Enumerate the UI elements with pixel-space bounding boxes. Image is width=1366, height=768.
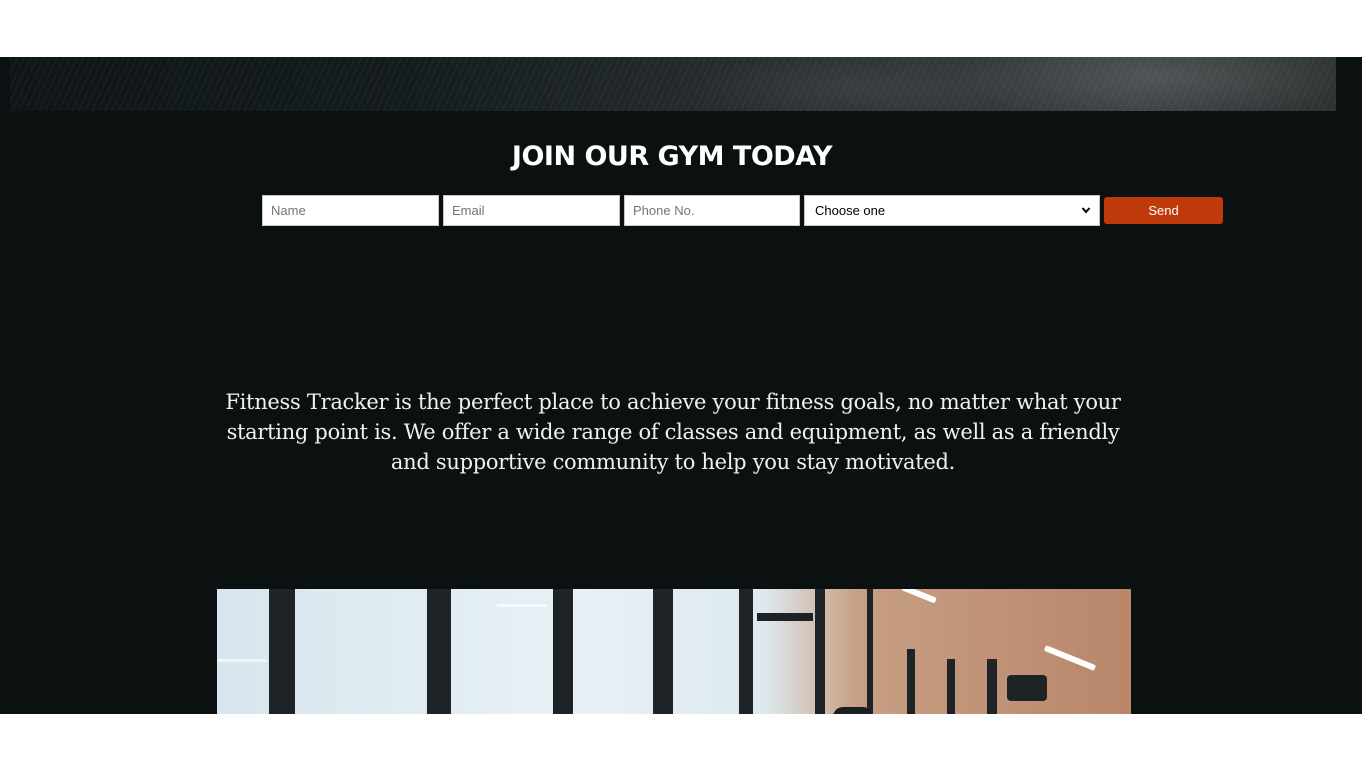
send-button[interactable]: Send xyxy=(1104,197,1223,224)
hero-background-image xyxy=(10,57,1336,111)
join-title: JOIN OUR GYM TODAY xyxy=(511,141,833,172)
page-viewport: JOIN OUR GYM TODAY Choose one Send Fitne… xyxy=(0,57,1366,714)
page-right-border xyxy=(1362,57,1366,714)
phone-input[interactable] xyxy=(624,195,800,226)
plan-select[interactable]: Choose one xyxy=(804,195,1100,226)
plan-select-value: Choose one xyxy=(815,203,886,218)
email-input[interactable] xyxy=(443,195,620,226)
gym-interior-image xyxy=(217,589,1131,714)
about-text: Fitness Tracker is the perfect place to … xyxy=(225,390,1121,474)
chevron-down-icon xyxy=(1081,196,1091,237)
name-input[interactable] xyxy=(262,195,439,226)
